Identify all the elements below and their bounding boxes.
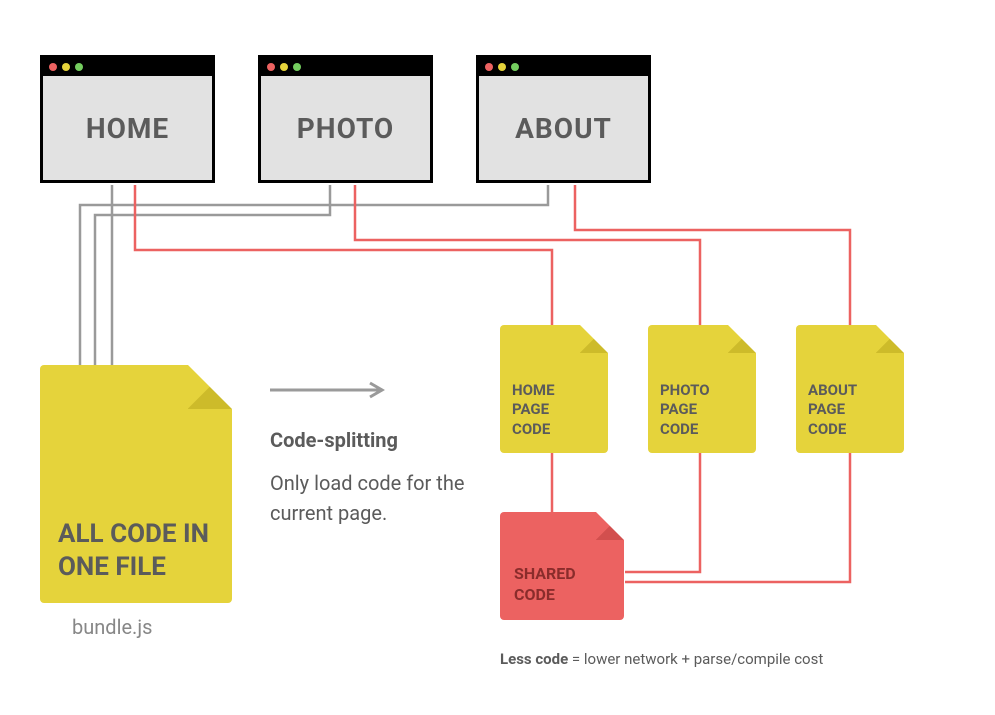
description-block: Code-splitting Only load code for the cu… — [270, 428, 480, 528]
window-dot-green-icon — [511, 63, 519, 71]
browser-titlebar — [261, 58, 430, 76]
browser-window-home: HOME — [40, 55, 215, 183]
footnote-bold: Less code — [500, 650, 568, 668]
file-label: ABOUT PAGE CODE — [808, 381, 857, 440]
file-about-chunk: ABOUT PAGE CODE — [796, 325, 904, 453]
window-dot-red-icon — [485, 63, 493, 71]
window-dot-green-icon — [75, 63, 83, 71]
window-dot-yellow-icon — [280, 63, 288, 71]
footnote: Less code = lower network + parse/compil… — [500, 650, 823, 668]
file-photo-chunk: PHOTO PAGE CODE — [648, 325, 756, 453]
window-dot-green-icon — [293, 63, 301, 71]
bundle-caption: bundle.js — [72, 615, 152, 639]
window-dot-yellow-icon — [62, 63, 70, 71]
browser-titlebar — [43, 58, 212, 76]
file-label: PHOTO PAGE CODE — [660, 381, 710, 440]
window-dot-red-icon — [49, 63, 57, 71]
file-bundle: ALL CODE IN ONE FILE — [40, 365, 232, 603]
browser-label: ABOUT — [479, 76, 648, 180]
footnote-rest: = lower network + parse/compile cost — [568, 650, 823, 668]
browser-label: HOME — [43, 76, 212, 180]
page-fold-icon — [596, 512, 624, 540]
file-label: ALL CODE IN ONE FILE — [58, 518, 214, 583]
browser-window-photo: PHOTO — [258, 55, 433, 183]
page-fold-icon — [580, 325, 608, 353]
browser-window-about: ABOUT — [476, 55, 651, 183]
page-fold-icon — [876, 325, 904, 353]
window-dot-yellow-icon — [498, 63, 506, 71]
page-fold-icon — [728, 325, 756, 353]
description-title: Code-splitting — [270, 428, 480, 452]
description-body: Only load code for the current page. — [270, 468, 480, 528]
page-fold-icon — [188, 365, 232, 409]
window-dot-red-icon — [267, 63, 275, 71]
file-home-chunk: HOME PAGE CODE — [500, 325, 608, 453]
browser-label: PHOTO — [261, 76, 430, 180]
file-shared-chunk: SHARED CODE — [500, 512, 624, 620]
file-label: HOME PAGE CODE — [512, 381, 555, 440]
file-label: SHARED CODE — [514, 564, 576, 606]
browser-titlebar — [479, 58, 648, 76]
